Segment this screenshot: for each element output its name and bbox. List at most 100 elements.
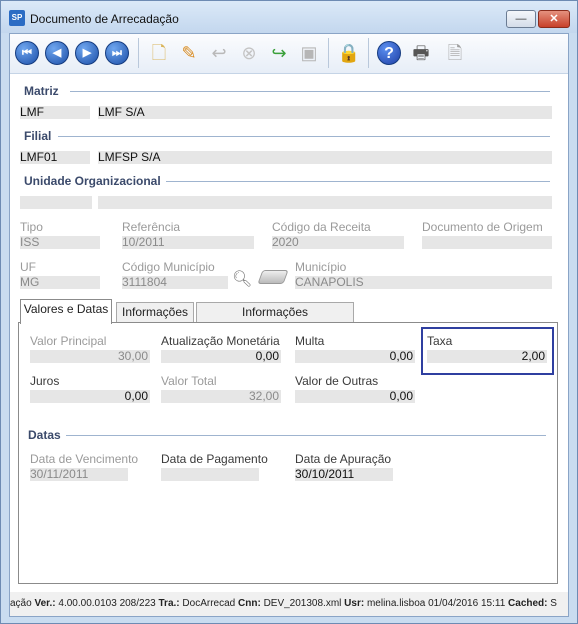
municipio-label: Município <box>295 260 347 274</box>
form-client-area: ⏮ ◀ ▶ ⏭ 🗋 ✎ ↩ ⊗ ↪ ▣ 🔒 ? 🖶 🗎 Matriz LMF L… <box>9 33 569 617</box>
status-count: 208/223 <box>119 598 156 609</box>
first-record-icon: ⏮ <box>15 41 39 65</box>
multa-label: Multa <box>295 334 325 348</box>
referencia-label: Referência <box>122 220 181 234</box>
valor-outras-field[interactable]: 0,00 <box>295 390 415 403</box>
matriz-section-title: Matriz <box>24 84 59 98</box>
eraser-icon[interactable] <box>257 270 289 284</box>
delete-button[interactable]: ⊗ <box>234 38 264 68</box>
documento-origem-label: Documento de Origem <box>422 220 543 234</box>
valor-total-field[interactable]: 32,00 <box>161 390 281 403</box>
lock-button[interactable]: 🔒 <box>334 38 364 68</box>
tipo-label: Tipo <box>20 220 43 234</box>
status-cnn-label: Cnn: <box>238 598 261 609</box>
save-button[interactable]: ▣ <box>294 38 324 68</box>
lock-icon: 🔒 <box>337 43 361 63</box>
toolbar: ⏮ ◀ ▶ ⏭ 🗋 ✎ ↩ ⊗ ↪ ▣ 🔒 ? 🖶 🗎 <box>10 34 568 74</box>
close-button[interactable]: ✕ <box>538 10 570 28</box>
undo-button[interactable]: ↩ <box>204 38 234 68</box>
status-ver-label: Ver.: <box>34 598 56 609</box>
last-record-button[interactable]: ⏭ <box>102 38 132 68</box>
status-usr-label: Usr: <box>344 598 365 609</box>
report-button[interactable]: 🗎 <box>440 38 470 68</box>
help-icon: ? <box>377 41 401 65</box>
status-version: 4.00.00.0103 <box>58 598 117 609</box>
codigo-municipio-label: Código Município <box>122 260 215 274</box>
data-vencimento-field[interactable]: 30/11/2011 <box>30 468 128 481</box>
new-record-button[interactable]: 🗋 <box>144 38 174 68</box>
status-cached: S <box>550 598 557 609</box>
tab-valores-datas[interactable]: Valores e Datas <box>20 299 112 324</box>
uf-label: UF <box>20 260 36 274</box>
print-button[interactable]: 🖶 <box>406 38 436 68</box>
status-cached-label: Cached: <box>508 598 548 609</box>
edit-icon: ✎ <box>181 43 197 63</box>
section-divider <box>66 435 546 436</box>
tipo-field[interactable]: ISS <box>20 236 100 249</box>
status-date: 01/04/2016 <box>428 598 479 609</box>
status-bar: ação Ver.: 4.00.00.0103 208/223 Tra.: Do… <box>10 592 568 616</box>
data-vencimento-label: Data de Vencimento <box>30 452 139 466</box>
data-pagamento-label: Data de Pagamento <box>161 452 268 466</box>
tab-informacoes[interactable]: Informações <box>116 302 194 323</box>
codigo-receita-label: Código da Receita <box>272 220 371 234</box>
toolbar-separator <box>368 38 369 68</box>
matriz-name-field[interactable]: LMF S/A <box>98 106 552 119</box>
referencia-field[interactable]: 10/2011 <box>122 236 254 249</box>
filial-name-field[interactable]: LMFSP S/A <box>98 151 552 164</box>
documento-origem-field[interactable] <box>422 236 552 249</box>
first-record-button[interactable]: ⏮ <box>12 38 42 68</box>
previous-record-button[interactable]: ◀ <box>42 38 72 68</box>
next-record-icon: ▶ <box>75 41 99 65</box>
section-divider <box>70 91 550 92</box>
atualizacao-monetaria-field[interactable]: 0,00 <box>161 350 281 363</box>
matriz-code-field[interactable]: LMF <box>20 106 90 119</box>
undo-icon: ↩ <box>211 43 227 63</box>
last-record-icon: ⏭ <box>105 41 129 65</box>
refresh-icon: ↪ <box>271 43 287 63</box>
status-time: 15:11 <box>480 598 506 609</box>
codigo-municipio-field[interactable]: 3111804 <box>122 276 228 289</box>
title-bar: SP Documento de Arrecadação — ✕ <box>1 1 577 33</box>
taxa-highlight-box <box>421 327 554 375</box>
juros-field[interactable]: 0,00 <box>30 390 150 403</box>
tab-informacoes-complementares[interactable]: Informações Complementares <box>196 302 354 338</box>
filial-code-field[interactable]: LMF01 <box>20 151 90 164</box>
valor-total-label: Valor Total <box>161 374 217 388</box>
delete-icon: ⊗ <box>241 43 257 63</box>
app-logo-icon: SP <box>9 10 25 26</box>
new-record-icon: 🗋 <box>151 43 167 63</box>
data-apuracao-field[interactable]: 30/10/2011 <box>295 468 393 481</box>
edit-button[interactable]: ✎ <box>174 38 204 68</box>
status-user: melina.lisboa <box>366 598 426 609</box>
datas-section-title: Datas <box>28 428 61 442</box>
save-icon: ▣ <box>300 43 318 63</box>
multa-field[interactable]: 0,00 <box>295 350 415 363</box>
valor-principal-label: Valor Principal <box>30 334 107 348</box>
unidade-code-field[interactable] <box>20 196 92 209</box>
print-icon: 🖶 <box>412 43 430 63</box>
search-icon[interactable]: 🔍︎ <box>232 269 252 289</box>
refresh-button[interactable]: ↪ <box>264 38 294 68</box>
unidade-name-field[interactable] <box>98 196 552 209</box>
window-title: Documento de Arrecadação <box>30 12 179 26</box>
codigo-receita-field[interactable]: 2020 <box>272 236 404 249</box>
app-window: SP Documento de Arrecadação — ✕ ⏮ ◀ ▶ ⏭ … <box>0 0 578 624</box>
section-divider <box>166 181 550 182</box>
help-button[interactable]: ? <box>374 38 404 68</box>
report-icon: 🗎 <box>447 43 463 63</box>
municipio-field[interactable]: CANAPOLIS <box>295 276 552 289</box>
toolbar-separator <box>328 38 329 68</box>
filial-section-title: Filial <box>24 129 52 143</box>
uf-field[interactable]: MG <box>20 276 100 289</box>
previous-record-icon: ◀ <box>45 41 69 65</box>
data-pagamento-field[interactable] <box>161 468 259 481</box>
status-prefix: ação <box>10 598 32 609</box>
data-apuracao-label: Data de Apuração <box>295 452 392 466</box>
valor-principal-field[interactable]: 30,00 <box>30 350 150 363</box>
status-transaction: DocArrecad <box>182 598 236 609</box>
status-tra-label: Tra.: <box>158 598 180 609</box>
unidade-section-title: Unidade Organizacional <box>24 174 161 188</box>
next-record-button[interactable]: ▶ <box>72 38 102 68</box>
minimize-button[interactable]: — <box>506 10 536 28</box>
